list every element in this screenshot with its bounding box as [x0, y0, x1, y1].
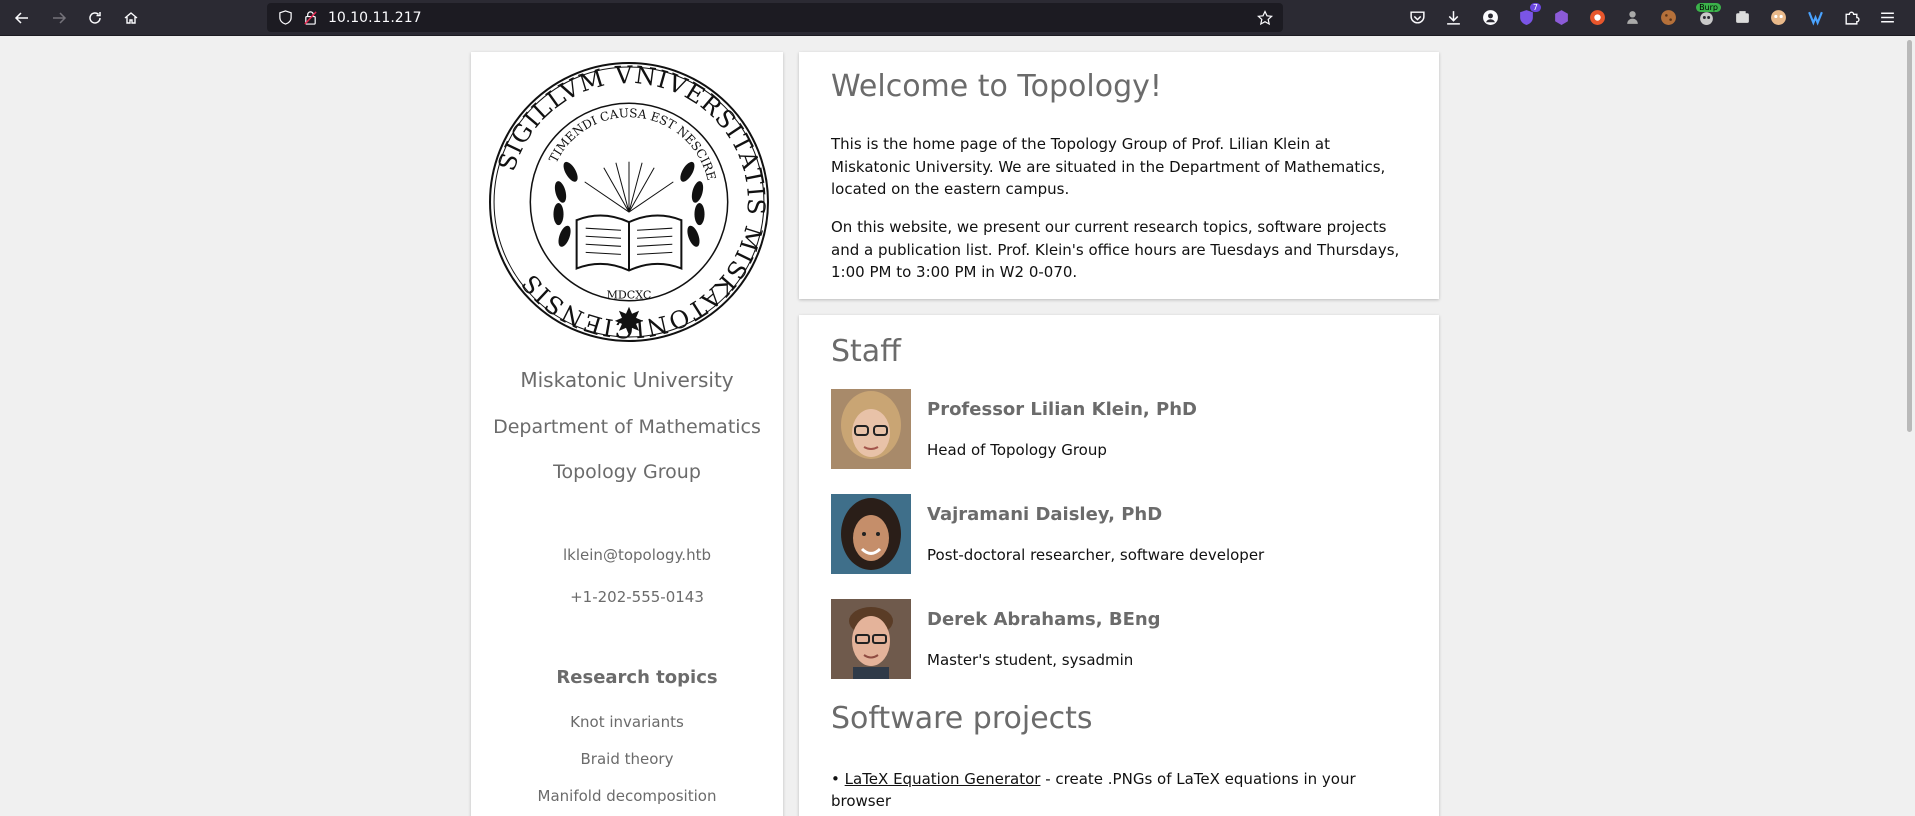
scrollbar-thumb[interactable]	[1907, 40, 1912, 432]
staff-role: Head of Topology Group	[927, 441, 1107, 459]
extension-duckduckgo-icon[interactable]	[1587, 7, 1607, 27]
research-topics-heading: Research topics	[556, 667, 718, 688]
insecure-lock-icon[interactable]	[303, 10, 318, 25]
staff-role: Post-doctoral researcher, software devel…	[927, 546, 1265, 564]
extension-face-icon[interactable]	[1768, 7, 1788, 27]
staff-member: Vajramani Daisley, PhD Post-doctoral res…	[831, 494, 1411, 574]
latex-generator-link[interactable]: LaTeX Equation Generator	[845, 770, 1041, 788]
software-project-item: • LaTeX Equation Generator - create .PNG…	[831, 768, 1391, 812]
forward-arrow-icon	[53, 12, 67, 24]
group-name: Topology Group	[553, 461, 701, 483]
extension-spy-icon[interactable]	[1622, 7, 1642, 27]
back-button[interactable]	[10, 6, 34, 30]
extension-burp-icon[interactable]: Burp	[1696, 3, 1721, 27]
staff-photo-avatar	[831, 494, 911, 574]
contact-phone: +1-202-555-0143	[570, 588, 704, 606]
extension-container-icon[interactable]	[1732, 7, 1752, 27]
url-bar[interactable]: 10.10.11.217	[267, 3, 1283, 32]
welcome-paragraph: This is the home page of the Topology Gr…	[831, 135, 1386, 198]
staff-name: Professor Lilian Klein, PhD	[927, 399, 1197, 420]
staff-card: Staff Professor Lilian Klein, PhD Head o…	[799, 315, 1439, 816]
home-button[interactable]	[119, 6, 143, 30]
extensions-puzzle-icon[interactable]	[1841, 7, 1861, 27]
department-name: Department of Mathematics	[493, 416, 761, 438]
research-topic-item: Braid theory	[580, 750, 674, 768]
welcome-paragraph: On this website, we present our current …	[831, 218, 1400, 281]
contact-email[interactable]: lklein@topology.htb	[481, 546, 793, 564]
staff-name: Derek Abrahams, BEng	[927, 609, 1161, 630]
software-projects-heading: Software projects	[831, 701, 1093, 736]
extension-ublock-icon[interactable]: 7	[1516, 3, 1541, 27]
reload-icon	[89, 12, 101, 24]
url-text[interactable]: 10.10.11.217	[328, 10, 422, 26]
welcome-title: Welcome to Topology!	[831, 69, 1162, 104]
bullet: •	[831, 770, 840, 788]
reload-button[interactable]	[83, 6, 107, 30]
staff-name: Vajramani Daisley, PhD	[927, 504, 1163, 525]
bookmark-star-icon[interactable]	[1257, 10, 1273, 26]
account-icon[interactable]	[1480, 7, 1500, 27]
forward-button[interactable]	[47, 6, 71, 30]
svg-text:MDCXC: MDCXC	[607, 289, 652, 302]
staff-heading: Staff	[831, 334, 901, 369]
staff-photo-avatar	[831, 599, 911, 679]
sidebar-panel: SIGILLVM VNIVERSITATIS MISKATONICIENSIS …	[471, 52, 783, 816]
research-topic-item: Manifold decomposition	[537, 787, 717, 805]
staff-photo-avatar	[831, 389, 911, 469]
home-icon	[124, 12, 138, 24]
university-name: Miskatonic University	[520, 368, 734, 392]
extension-wappalyzer-icon[interactable]	[1805, 7, 1825, 27]
pocket-icon[interactable]	[1407, 7, 1427, 27]
staff-member: Professor Lilian Klein, PhD Head of Topo…	[831, 389, 1411, 469]
staff-role: Master's student, sysadmin	[927, 651, 1134, 669]
back-arrow-icon	[14, 12, 28, 24]
staff-member: Derek Abrahams, BEng Master's student, s…	[831, 599, 1411, 679]
extension-cube-icon[interactable]	[1551, 7, 1571, 27]
browser-toolbar: 10.10.11.217 7 Burp	[0, 0, 1915, 36]
menu-icon[interactable]	[1877, 7, 1897, 27]
download-icon[interactable]	[1443, 7, 1463, 27]
university-seal-logo: SIGILLVM VNIVERSITATIS MISKATONICIENSIS …	[489, 61, 769, 343]
research-topic-item: Knot invariants	[570, 713, 684, 731]
shield-icon	[279, 10, 292, 25]
extension-cookie-icon[interactable]	[1658, 7, 1678, 27]
welcome-card: Welcome to Topology! This is the home pa…	[799, 52, 1439, 299]
